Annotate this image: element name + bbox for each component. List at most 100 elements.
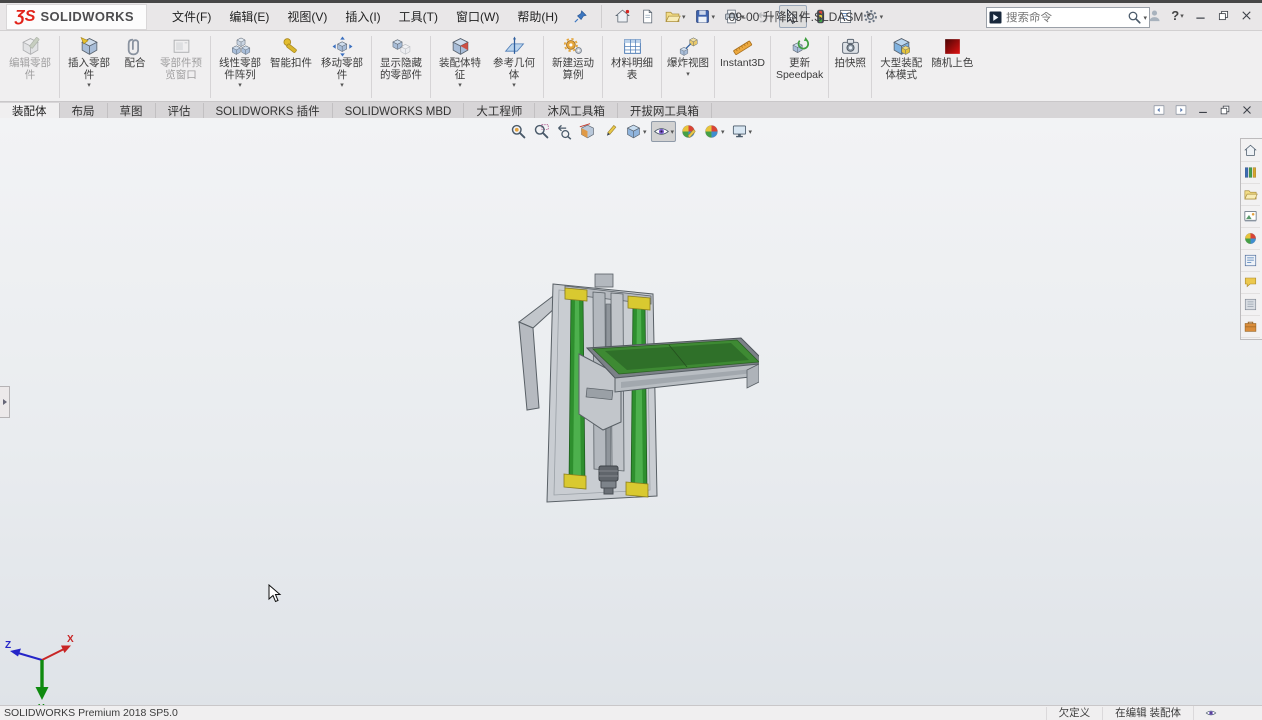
- show-display-pane-button[interactable]: [1174, 103, 1188, 117]
- dropdown-caret[interactable]: ▾: [643, 128, 647, 136]
- user-login-button[interactable]: [1143, 5, 1166, 26]
- dropdown-caret[interactable]: ▾: [238, 82, 242, 90]
- view-settings-button[interactable]: ▾: [729, 121, 755, 142]
- home-icon: [614, 8, 631, 25]
- menu-item[interactable]: 帮助(H): [508, 4, 567, 30]
- ribbon-button-label: Instant3D: [720, 57, 765, 69]
- dropdown-caret[interactable]: ▾: [670, 128, 674, 136]
- exploded-view-button[interactable]: 爆炸视图 ▾: [664, 33, 712, 101]
- dropdown-caret[interactable]: ▾: [1180, 12, 1184, 20]
- home-button[interactable]: [611, 5, 634, 28]
- appearances-scenes-button[interactable]: [1241, 228, 1260, 250]
- doc-minimize-button[interactable]: [1196, 103, 1210, 117]
- smart-fasteners-button[interactable]: 智能扣件: [267, 33, 315, 101]
- ribbon-group-separator: [871, 36, 873, 98]
- ribbon-button-label: 参考几何体: [493, 57, 535, 81]
- menu-item[interactable]: 编辑(E): [220, 4, 278, 30]
- close-button[interactable]: [1235, 5, 1258, 26]
- maximize-button[interactable]: [1212, 5, 1235, 26]
- mate-button[interactable]: 配合: [116, 33, 154, 101]
- dropdown-caret[interactable]: ▾: [340, 82, 344, 90]
- ribbon-button-label: 爆炸视图: [667, 57, 709, 69]
- random-color-button[interactable]: 随机上色: [928, 33, 976, 101]
- show-feature-pane-button[interactable]: [1152, 103, 1166, 117]
- design-library-button[interactable]: [1241, 162, 1260, 184]
- search-input[interactable]: [1004, 11, 1127, 24]
- save-button[interactable]: ▾: [691, 5, 719, 28]
- heads-up-toolbar: ▾ ▾ ▾ ▾: [508, 121, 754, 142]
- solidworks-resources-button[interactable]: [1241, 140, 1260, 162]
- view-orientation-button[interactable]: ▾: [623, 121, 649, 142]
- ribbon-group-separator: [59, 36, 60, 98]
- hide-show-items-button[interactable]: ▾: [650, 121, 676, 142]
- quick-tips-button[interactable]: [1193, 706, 1228, 720]
- assembly-features-button[interactable]: 装配体特征 ▾: [433, 33, 487, 101]
- reference-geometry-button[interactable]: 参考几何体 ▾: [487, 33, 541, 101]
- doc-close-button[interactable]: [1240, 103, 1254, 117]
- task-pane: [1240, 138, 1262, 340]
- mouse-cursor: [268, 584, 282, 603]
- show-hidden-components-button[interactable]: 显示隐藏的零部件: [374, 33, 428, 101]
- new-document-button[interactable]: [636, 5, 659, 28]
- open-button[interactable]: ▾: [661, 5, 689, 28]
- update-speedpak-button[interactable]: 更新 Speedpak: [773, 33, 826, 101]
- snapshot-icon: [840, 36, 861, 57]
- menu-item[interactable]: 文件(F): [163, 4, 220, 30]
- annotation-views-button[interactable]: [600, 121, 621, 142]
- previous-view-button[interactable]: [554, 121, 575, 142]
- bill-of-materials-button[interactable]: 材料明细表: [605, 33, 659, 101]
- move-component-button[interactable]: 移动零部件 ▾: [315, 33, 369, 101]
- dropdown-caret[interactable]: ▾: [880, 13, 884, 21]
- menu-item[interactable]: 视图(V): [278, 4, 336, 30]
- dropdown-caret[interactable]: ▾: [712, 13, 716, 21]
- zoom-to-fit-button[interactable]: [508, 121, 529, 142]
- dropdown-caret[interactable]: ▾: [682, 13, 686, 21]
- pin-menu-button[interactable]: [569, 7, 591, 27]
- zoom-to-area-button[interactable]: [531, 121, 552, 142]
- instant3d-button[interactable]: Instant3D: [717, 33, 768, 101]
- view-palette-button[interactable]: [1241, 206, 1260, 228]
- dropdown-caret[interactable]: ▾: [686, 71, 690, 79]
- insert-components-button[interactable]: 插入零部件 ▾: [62, 33, 116, 101]
- edit-component-button: 编辑零部件: [3, 33, 57, 101]
- search-scope-icon[interactable]: [987, 10, 1004, 25]
- dropdown-caret[interactable]: ▾: [721, 128, 725, 136]
- sw-addins-button[interactable]: [1241, 294, 1260, 316]
- assembly-model[interactable]: [509, 270, 759, 505]
- minimize-button[interactable]: [1189, 5, 1212, 26]
- annotation-views-icon: [602, 123, 619, 140]
- ribbon-group-separator: [430, 36, 431, 98]
- featuremanager-collapsed-tab[interactable]: [0, 386, 10, 418]
- zoom-to-area-icon: [533, 123, 550, 140]
- apply-scene-button[interactable]: ▾: [701, 121, 727, 142]
- help-button[interactable]: ? ▾: [1166, 5, 1189, 26]
- graphics-viewport[interactable]: ▾ ▾ ▾ ▾ Z X: [0, 118, 1262, 712]
- toolbox-button[interactable]: [1241, 316, 1260, 338]
- new-motion-study-button[interactable]: 新建运动算例: [546, 33, 600, 101]
- linear-component-pattern-button[interactable]: 线性零部件阵列 ▾: [213, 33, 267, 101]
- take-snapshot-button[interactable]: 拍快照: [831, 33, 869, 101]
- search-icon[interactable]: [1126, 10, 1143, 25]
- preview-window-icon: [171, 36, 192, 57]
- user-login-icon: [1147, 8, 1162, 23]
- menu-item[interactable]: 工具(T): [390, 4, 447, 30]
- file-explorer-icon: [1243, 187, 1258, 202]
- doc-restore-icon: [1218, 103, 1232, 117]
- large-assembly-mode-button[interactable]: 大型装配体模式: [874, 33, 928, 101]
- edit-appearance-icon: [680, 123, 697, 140]
- menu-item[interactable]: 窗口(W): [447, 4, 508, 30]
- menu-item[interactable]: 插入(I): [336, 4, 389, 30]
- ribbon-group-separator: [661, 36, 662, 98]
- solidworks-forum-button[interactable]: [1241, 272, 1260, 294]
- file-explorer-button[interactable]: [1241, 184, 1260, 206]
- doc-restore-button[interactable]: [1218, 103, 1232, 117]
- dropdown-caret[interactable]: ▾: [512, 82, 516, 90]
- window-controls: ? ▾: [1143, 5, 1258, 26]
- edit-appearance-button[interactable]: [678, 121, 699, 142]
- dropdown-caret[interactable]: ▾: [87, 82, 91, 90]
- dropdown-caret[interactable]: ▾: [749, 128, 753, 136]
- section-view-button[interactable]: [577, 121, 598, 142]
- exploded-view-icon: [678, 36, 699, 57]
- custom-properties-button[interactable]: [1241, 250, 1260, 272]
- dropdown-caret[interactable]: ▾: [458, 82, 462, 90]
